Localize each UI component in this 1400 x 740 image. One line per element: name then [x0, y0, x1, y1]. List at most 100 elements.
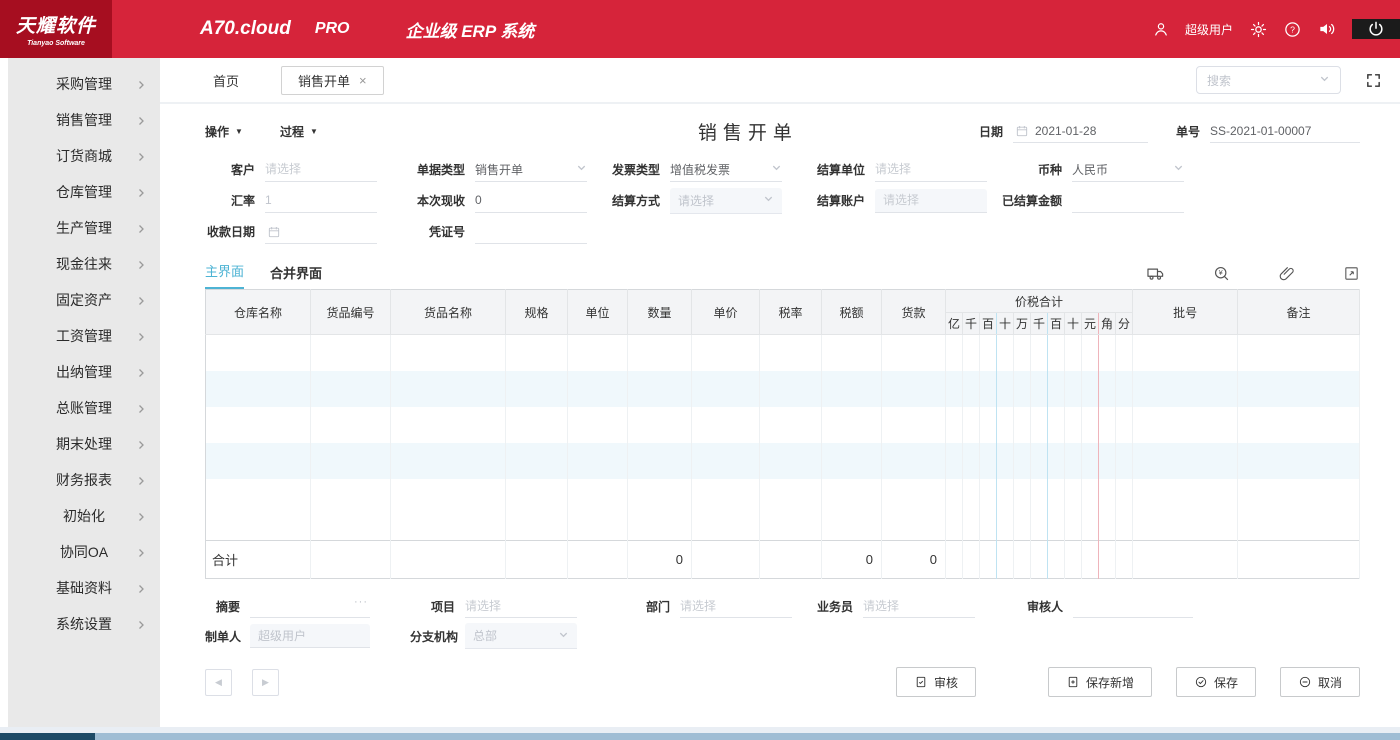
grid-cell[interactable]	[979, 370, 997, 407]
grid-cell[interactable]	[1132, 370, 1239, 407]
tab-main-view[interactable]: 主界面	[205, 261, 245, 289]
settle-unit-field[interactable]	[875, 157, 987, 182]
project-field[interactable]	[465, 594, 577, 618]
sidebar-item-oa[interactable]: 协同OA	[8, 534, 160, 570]
truck-icon[interactable]	[1146, 264, 1165, 283]
sidebar-item-payroll[interactable]: 工资管理	[8, 318, 160, 354]
next-record-button[interactable]: ▶	[252, 668, 279, 696]
summary-field[interactable]	[250, 594, 370, 618]
grid-cell[interactable]	[1098, 370, 1116, 407]
audit-button[interactable]: 审核	[895, 667, 976, 697]
grid-cell[interactable]	[691, 442, 760, 479]
branch-select[interactable]: 总部	[465, 623, 577, 649]
grid-cell[interactable]	[691, 406, 760, 443]
settle-method-select[interactable]: 请选择	[670, 187, 782, 214]
grid-cell[interactable]	[996, 370, 1014, 407]
attachment-icon[interactable]	[1278, 265, 1296, 283]
grid-cell[interactable]	[1013, 370, 1031, 407]
sidebar-item-fixed-assets[interactable]: 固定资产	[8, 282, 160, 318]
department-field[interactable]	[680, 594, 792, 618]
grid-cell[interactable]	[962, 370, 980, 407]
grid-cell[interactable]	[1098, 406, 1116, 443]
grid-cell[interactable]	[205, 370, 311, 407]
grid-cell[interactable]	[205, 442, 311, 479]
auditor-field[interactable]	[1073, 594, 1193, 618]
grid-cell[interactable]	[505, 442, 568, 479]
grid-cell[interactable]	[627, 370, 692, 407]
grid-cell[interactable]	[1064, 406, 1082, 443]
grid-cell[interactable]	[881, 406, 946, 443]
grid-cell[interactable]	[881, 370, 946, 407]
tab-merge-view[interactable]: 合并界面	[270, 263, 322, 289]
sidebar-item-order-mall[interactable]: 订货商城	[8, 138, 160, 174]
grid-cell[interactable]	[996, 334, 1014, 371]
grid-cell[interactable]	[1047, 442, 1065, 479]
grid-cell[interactable]	[821, 406, 882, 443]
grid-cell[interactable]	[1132, 406, 1239, 443]
grid-cell[interactable]	[1115, 442, 1134, 479]
grid-cell[interactable]	[945, 334, 963, 371]
grid-cell[interactable]	[1047, 370, 1065, 407]
grid-cell[interactable]	[1081, 406, 1099, 443]
sidebar-item-purchase[interactable]: 采购管理	[8, 66, 160, 102]
sidebar-item-period-end[interactable]: 期末处理	[8, 426, 160, 462]
receipt-date-input[interactable]	[265, 219, 377, 244]
process-menu[interactable]: 过程 ▼	[280, 123, 318, 140]
grid-cell[interactable]	[505, 406, 568, 443]
grid-cell[interactable]	[567, 334, 628, 371]
grid-cell[interactable]	[962, 406, 980, 443]
grid-cell[interactable]	[205, 334, 311, 371]
sidebar-item-production[interactable]: 生产管理	[8, 210, 160, 246]
search-input[interactable]: 搜索	[1196, 66, 1341, 94]
grid-cell[interactable]	[759, 406, 822, 443]
grid-cell[interactable]	[310, 370, 391, 407]
scrollbar-thumb[interactable]	[0, 733, 95, 740]
currency-select[interactable]: 人民币	[1072, 158, 1184, 182]
settled-amount-field[interactable]	[1072, 188, 1184, 213]
price-search-icon[interactable]: ¥	[1212, 264, 1231, 283]
grid-cell[interactable]	[310, 334, 391, 371]
grid-cell[interactable]	[1237, 370, 1360, 407]
grid-cell[interactable]	[1098, 442, 1116, 479]
salesman-field[interactable]	[863, 594, 975, 618]
grid-cell[interactable]	[1237, 406, 1360, 443]
grid-cell[interactable]	[627, 442, 692, 479]
grid-cell[interactable]	[205, 406, 311, 443]
save-new-button[interactable]: 保存新增	[1047, 667, 1152, 697]
grid-cell[interactable]	[567, 370, 628, 407]
expand-icon[interactable]	[1343, 265, 1360, 282]
invoice-type-select[interactable]: 增值税发票	[670, 158, 782, 182]
sidebar-item-cashier[interactable]: 出纳管理	[8, 354, 160, 390]
grid-cell[interactable]	[979, 406, 997, 443]
sidebar-item-initialization[interactable]: 初始化	[8, 498, 160, 534]
current-user[interactable]: 超级用户	[1185, 21, 1233, 38]
grid-cell[interactable]	[962, 442, 980, 479]
grid-cell[interactable]	[1013, 334, 1031, 371]
grid-cell[interactable]	[1237, 334, 1360, 371]
grid-cell[interactable]	[996, 406, 1014, 443]
doc-type-select[interactable]: 销售开单	[475, 158, 587, 182]
settle-account-field[interactable]	[875, 188, 987, 213]
sidebar-item-financial-reports[interactable]: 财务报表	[8, 462, 160, 498]
grid-cell[interactable]	[1030, 442, 1048, 479]
voucher-no-field[interactable]	[475, 219, 587, 244]
grid-cell[interactable]	[1064, 442, 1082, 479]
grid-cell[interactable]	[979, 334, 997, 371]
grid-cell[interactable]	[1047, 334, 1065, 371]
speaker-icon[interactable]	[1317, 19, 1337, 39]
grid-cell[interactable]	[881, 442, 946, 479]
sidebar-item-general-ledger[interactable]: 总账管理	[8, 390, 160, 426]
grid-cell[interactable]	[996, 442, 1014, 479]
grid-cell[interactable]	[821, 370, 882, 407]
grid-cell[interactable]	[1115, 406, 1134, 443]
grid-cell[interactable]	[691, 334, 760, 371]
grid-cell[interactable]	[627, 406, 692, 443]
grid-cell[interactable]	[979, 442, 997, 479]
exchange-rate-field[interactable]	[265, 188, 377, 213]
grid-cell[interactable]	[945, 406, 963, 443]
prev-record-button[interactable]: ◀	[205, 668, 232, 696]
grid-cell[interactable]	[1081, 442, 1099, 479]
grid-cell[interactable]	[1047, 406, 1065, 443]
sidebar-item-warehouse[interactable]: 仓库管理	[8, 174, 160, 210]
grid-cell[interactable]	[759, 334, 822, 371]
